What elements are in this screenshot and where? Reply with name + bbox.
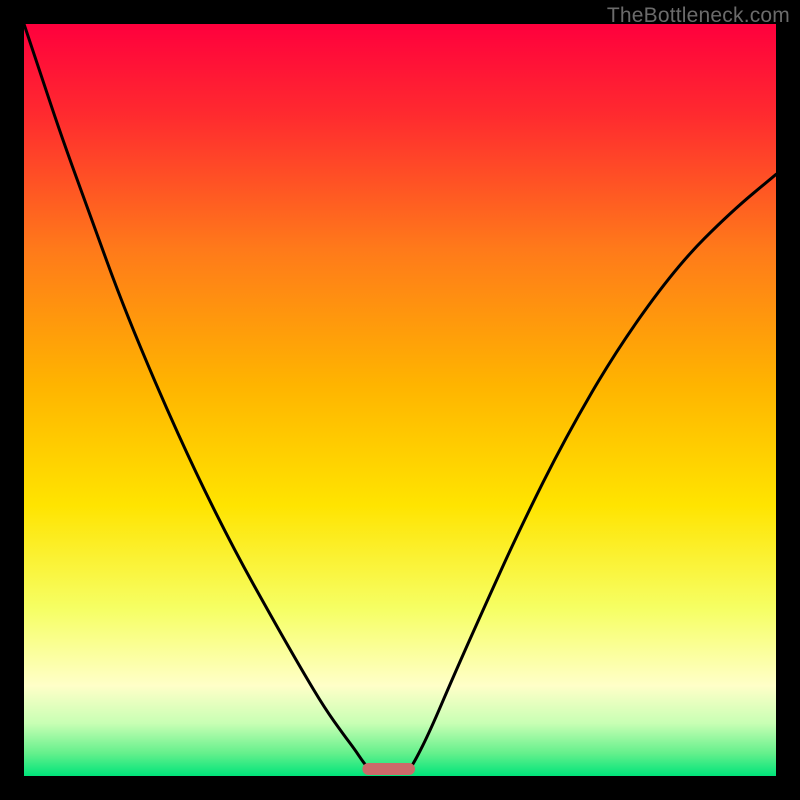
bottleneck-chart <box>24 24 776 776</box>
gradient-background <box>24 24 776 776</box>
chart-frame <box>24 24 776 776</box>
bottleneck-marker <box>362 763 415 775</box>
